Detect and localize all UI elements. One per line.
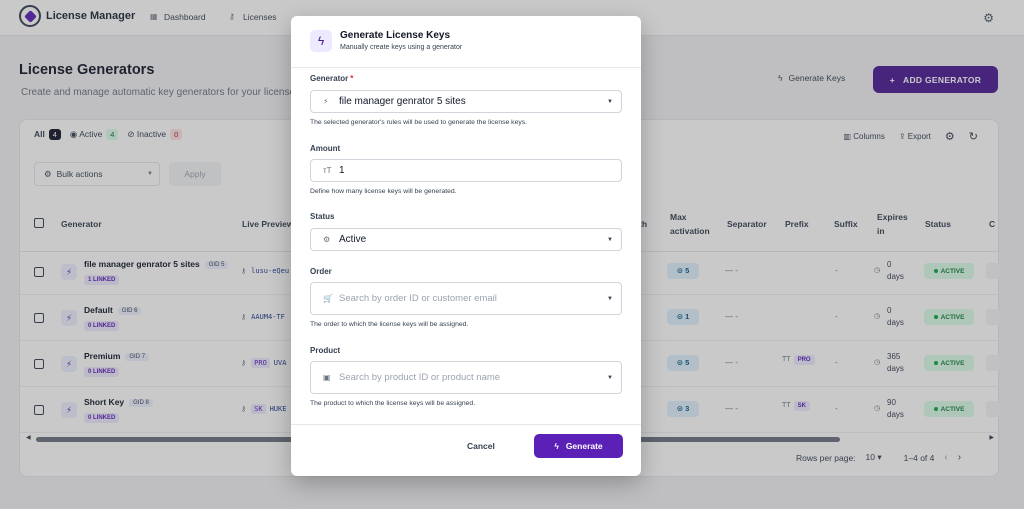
order-label: Order [310, 267, 332, 276]
package-icon: ▣ [323, 373, 331, 382]
dialog-header: ϟ Generate License Keys Manually create … [291, 16, 641, 68]
generate-button[interactable]: ϟ Generate [534, 434, 623, 458]
chevron-down-icon: ▼ [607, 99, 613, 105]
generator-label: Generator * [310, 74, 354, 83]
amount-label: Amount [310, 144, 341, 153]
status-gear-icon: ⚙ [323, 235, 331, 244]
order-helper: The order to which the license keys will… [310, 321, 469, 328]
amount-value: 1 [339, 165, 345, 176]
generate-label: Generate [565, 441, 603, 451]
dialog-subtitle: Manually create keys using a generator [340, 44, 463, 51]
chevron-down-icon: ▼ [607, 375, 613, 381]
generate-license-keys-dialog: ϟ Generate License Keys Manually create … [291, 16, 641, 476]
order-search-select[interactable]: 🛒 Search by order ID or customer email ▼ [310, 282, 622, 315]
product-label: Product [310, 346, 341, 355]
order-placeholder: Search by order ID or customer email [339, 293, 497, 304]
dialog-footer: Cancel ϟ Generate [291, 424, 641, 476]
dialog-title: Generate License Keys [340, 30, 451, 41]
bolt-icon: ϟ [310, 30, 332, 52]
amount-helper: Define how many license keys will be gen… [310, 188, 457, 195]
bolt-icon: ϟ [554, 441, 559, 451]
generator-icon: ⚡ [323, 97, 329, 106]
amount-input[interactable]: тT 1 [310, 159, 622, 182]
number-icon: тT [323, 166, 332, 175]
chevron-down-icon: ▼ [607, 237, 613, 243]
product-search-select[interactable]: ▣ Search by product ID or product name ▼ [310, 361, 622, 394]
product-helper: The product to which the license keys wi… [310, 400, 476, 407]
cart-icon: 🛒 [323, 294, 333, 303]
status-select[interactable]: ⚙ Active ▼ [310, 228, 622, 251]
generator-select-value: file manager genrator 5 sites [339, 96, 466, 107]
cancel-button[interactable]: Cancel [467, 441, 495, 451]
status-select-value: Active [339, 234, 367, 245]
product-placeholder: Search by product ID or product name [339, 372, 501, 383]
status-label: Status [310, 212, 335, 221]
generator-select[interactable]: ⚡ file manager genrator 5 sites ▼ [310, 90, 622, 113]
generator-helper: The selected generator's rules will be u… [310, 119, 528, 126]
chevron-down-icon: ▼ [607, 296, 613, 302]
